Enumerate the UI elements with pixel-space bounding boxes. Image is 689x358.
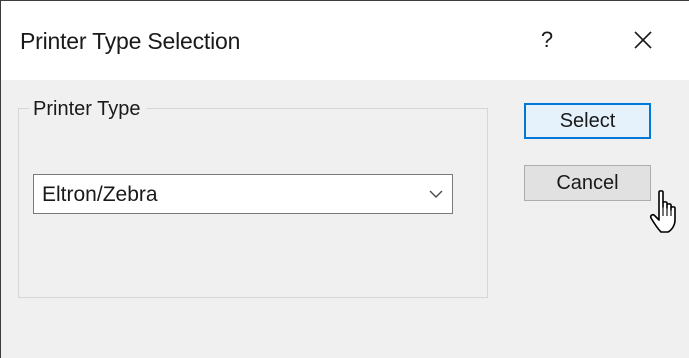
printer-type-group-label: Printer Type bbox=[29, 98, 147, 121]
close-button[interactable] bbox=[613, 15, 673, 65]
hand-pointer-icon bbox=[649, 190, 676, 233]
dialog-body: Printer Type Eltron/Zebra Select Cancel bbox=[1, 80, 689, 358]
cancel-button[interactable]: Cancel bbox=[524, 165, 651, 201]
printer-type-dialog: Printer Type Selection ? Printer Type El… bbox=[0, 0, 689, 358]
dialog-title: Printer Type Selection bbox=[20, 28, 241, 54]
close-icon bbox=[634, 31, 652, 49]
chevron-down-icon bbox=[429, 190, 443, 198]
printer-type-selected-value: Eltron/Zebra bbox=[42, 183, 158, 206]
help-button[interactable]: ? bbox=[519, 15, 575, 65]
printer-type-dropdown[interactable]: Eltron/Zebra bbox=[33, 174, 453, 214]
title-bar: Printer Type Selection ? bbox=[1, 1, 689, 80]
select-button[interactable]: Select bbox=[524, 103, 651, 139]
